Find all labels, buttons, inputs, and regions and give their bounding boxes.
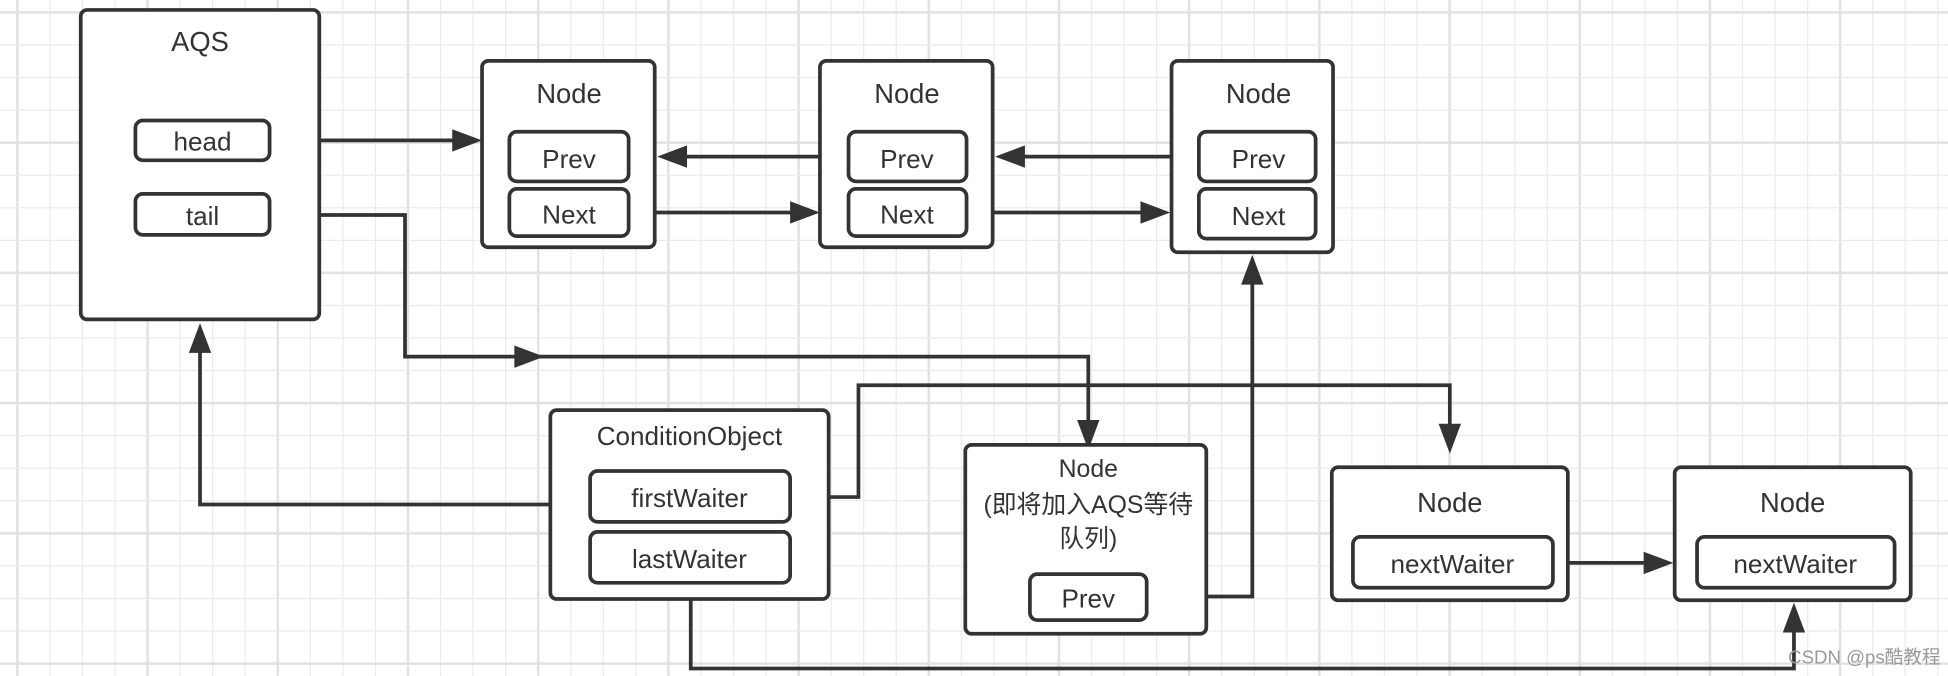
sync-node-2-next[interactable]: Next xyxy=(846,187,969,238)
sync-node-2: Node Prev Next xyxy=(818,59,995,250)
sync-node-2-next-label: Next xyxy=(880,200,934,230)
sync-node-3-next[interactable]: Next xyxy=(1197,187,1318,241)
condition-object-box: ConditionObject firstWaiter lastWaiter xyxy=(548,408,831,601)
sync-node-1: Node Prev Next xyxy=(480,59,657,250)
condition-field-firstwaiter[interactable]: firstWaiter xyxy=(588,469,792,524)
sync-node-1-title: Node xyxy=(536,78,601,109)
aqs-field-tail-label: tail xyxy=(186,201,219,231)
aqs-field-head-label: head xyxy=(173,126,231,156)
pending-node-title-line-1: Node xyxy=(1059,456,1118,483)
condition-node-a: Node nextWaiter xyxy=(1329,465,1570,603)
condition-node-b-title: Node xyxy=(1760,487,1825,518)
watermark: CSDN @ps酷教程 xyxy=(1788,647,1940,668)
sync-node-1-prev-label: Prev xyxy=(542,144,596,174)
sync-node-1-next-label: Next xyxy=(542,200,596,230)
diagram-canvas: AQS head tail Node Prev Next Node Prev N… xyxy=(0,0,1948,676)
sync-node-2-prev-label: Prev xyxy=(880,144,934,174)
arrowhead-node2-right xyxy=(995,145,1025,168)
condition-node-b: Node nextWaiter xyxy=(1672,465,1913,603)
sync-node-3-prev[interactable]: Prev xyxy=(1197,129,1318,184)
condition-node-b-nextwaiter[interactable]: nextWaiter xyxy=(1695,534,1897,590)
arrowhead-node3-left xyxy=(1140,201,1171,224)
condition-field-firstwaiter-label: firstWaiter xyxy=(631,483,748,513)
sync-node-3: Node Prev Next xyxy=(1169,59,1335,255)
arrowhead-tail-mid xyxy=(514,345,545,368)
sync-node-2-title: Node xyxy=(874,78,939,109)
condition-node-b-nextwaiter-label: nextWaiter xyxy=(1733,549,1857,579)
aqs-field-head[interactable]: head xyxy=(133,118,272,163)
aqs-title: AQS xyxy=(171,26,229,57)
pending-node-title-line-3: 队列) xyxy=(1059,525,1117,553)
pending-node-prev[interactable]: Prev xyxy=(1028,572,1149,622)
sync-node-3-title: Node xyxy=(1226,78,1291,109)
pending-node-box: Node (即将加入AQS等待 队列) Prev xyxy=(963,443,1209,636)
condition-field-lastwaiter-label: lastWaiter xyxy=(632,544,747,574)
arrowhead-node1-left xyxy=(452,129,483,152)
condition-node-a-title: Node xyxy=(1417,487,1482,518)
condition-object-title: ConditionObject xyxy=(597,421,783,451)
arrowhead-node1-right xyxy=(657,145,688,168)
sync-node-2-prev[interactable]: Prev xyxy=(846,129,969,184)
arrowhead-node2-left xyxy=(790,201,820,224)
sync-node-3-prev-label: Prev xyxy=(1232,144,1286,174)
condition-node-a-nextwaiter-label: nextWaiter xyxy=(1390,549,1514,579)
aqs-field-tail[interactable]: tail xyxy=(133,191,272,237)
arrowhead-node3-bottom xyxy=(1241,254,1264,285)
pending-node-title-line-2: (即将加入AQS等待 xyxy=(983,491,1193,519)
pending-node-prev-label: Prev xyxy=(1061,584,1115,614)
arrowhead-cond-node-a-top xyxy=(1438,423,1461,454)
sync-node-3-next-label: Next xyxy=(1232,201,1286,231)
sync-node-1-prev[interactable]: Prev xyxy=(507,129,631,184)
condition-field-lastwaiter[interactable]: lastWaiter xyxy=(588,529,792,585)
condition-node-a-nextwaiter[interactable]: nextWaiter xyxy=(1351,534,1555,590)
arrowhead-cond-node-b-left xyxy=(1643,551,1674,575)
arrowhead-cond-node-b-bottom xyxy=(1782,602,1806,633)
sync-node-1-next[interactable]: Next xyxy=(507,187,631,238)
aqs-box: AQS head tail xyxy=(78,8,322,322)
